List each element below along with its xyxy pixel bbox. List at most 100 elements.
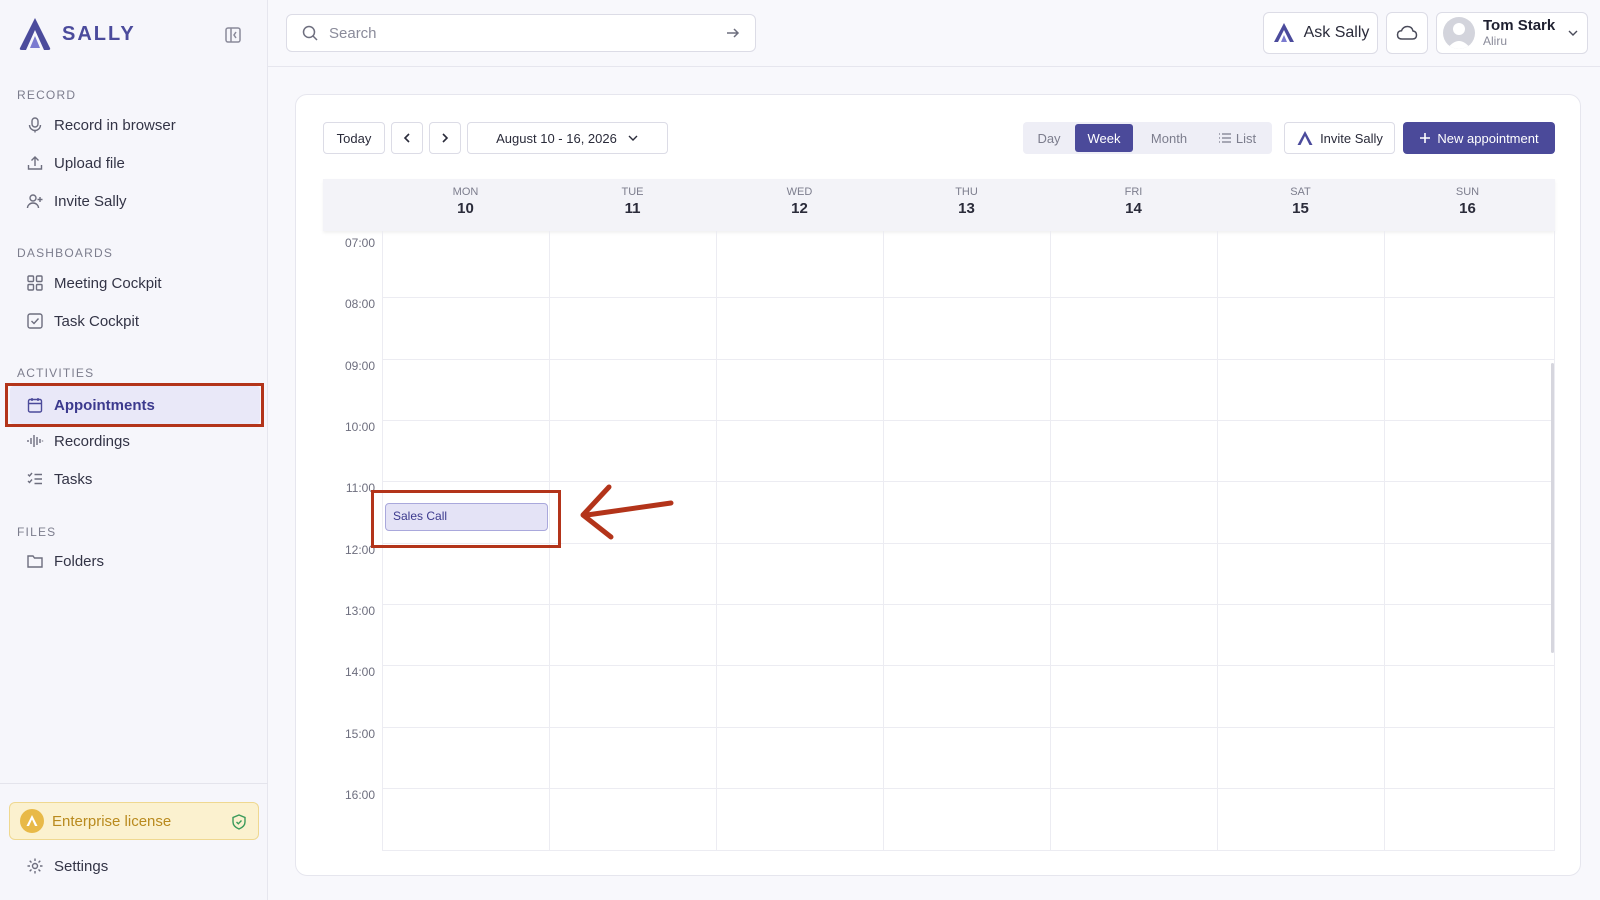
user-menu[interactable]: Tom Stark Aliru xyxy=(1436,12,1588,54)
invite-sally-button[interactable]: Invite Sally xyxy=(1284,122,1395,154)
section-title-files: FILES xyxy=(17,525,57,539)
today-button[interactable]: Today xyxy=(323,122,385,154)
date-range-picker[interactable]: August 10 - 16, 2026 xyxy=(467,122,668,154)
hour-label: 08:00 xyxy=(344,297,375,311)
enterprise-license-badge[interactable]: Enterprise license xyxy=(9,802,259,840)
grid-line xyxy=(382,665,1555,666)
grid-line xyxy=(382,850,1555,851)
invite-sally-label: Invite Sally xyxy=(1320,130,1383,146)
search-bar[interactable] xyxy=(286,14,756,52)
app-name: SALLY xyxy=(62,22,136,45)
view-month-tab[interactable]: Month xyxy=(1137,124,1201,152)
user-name: Tom Stark xyxy=(1483,17,1556,34)
appointment-event[interactable]: Sales Call xyxy=(385,503,548,531)
user-plus-icon xyxy=(26,194,43,209)
sidebar-item-tasks[interactable]: Tasks xyxy=(10,461,260,497)
sidebar-item-label: Settings xyxy=(54,857,109,875)
cloud-button[interactable] xyxy=(1386,12,1428,54)
date-range-label: August 10 - 16, 2026 xyxy=(496,130,617,146)
avatar xyxy=(1443,17,1475,49)
hour-label: 09:00 xyxy=(344,359,375,373)
sidebar-item-label: Upload file xyxy=(54,154,125,172)
day-number: 10 xyxy=(457,200,474,217)
sidebar-divider xyxy=(0,783,268,784)
next-week-button[interactable] xyxy=(429,122,461,154)
new-appointment-label: New appointment xyxy=(1437,130,1539,146)
sidebar-item-appointments[interactable]: Appointments xyxy=(10,386,260,424)
day-header-wed[interactable]: WED 12 xyxy=(716,179,883,231)
sidebar-item-record-in-browser[interactable]: Record in browser xyxy=(10,107,260,143)
sidebar-item-label: Task Cockpit xyxy=(54,312,140,330)
sidebar: SALLY RECORD Record in browser Upload fi… xyxy=(0,0,268,900)
collapse-sidebar-icon[interactable] xyxy=(224,26,242,44)
sidebar-item-label: Tasks xyxy=(54,470,93,488)
grid-icon xyxy=(27,275,43,291)
sidebar-item-label: Appointments xyxy=(54,396,155,414)
sidebar-item-upload-file[interactable]: Upload file xyxy=(10,145,260,181)
view-list-label: List xyxy=(1235,130,1257,146)
annotation-arrow-icon xyxy=(580,484,674,540)
hour-label: 12:00 xyxy=(344,543,375,557)
grid-line xyxy=(382,297,1555,298)
chevron-down-icon xyxy=(1568,30,1578,36)
sally-logo-icon xyxy=(1297,131,1313,145)
ask-sally-button[interactable]: Ask Sally xyxy=(1263,12,1378,54)
grid-line xyxy=(382,788,1555,789)
sidebar-item-task-cockpit[interactable]: Task Cockpit xyxy=(10,303,260,339)
search-input[interactable] xyxy=(329,24,715,42)
sidebar-item-label: Folders xyxy=(54,552,105,570)
hour-label: 10:00 xyxy=(344,420,375,434)
view-week-tab[interactable]: Week xyxy=(1075,124,1133,152)
day-number: 13 xyxy=(958,200,975,217)
user-org: Aliru xyxy=(1483,34,1508,48)
sidebar-item-settings[interactable]: Settings xyxy=(10,848,260,884)
grid-line xyxy=(1217,231,1218,851)
sidebar-item-meeting-cockpit[interactable]: Meeting Cockpit xyxy=(10,265,260,301)
checklist-icon xyxy=(27,472,42,485)
microphone-icon xyxy=(28,117,42,133)
day-name: SAT xyxy=(1290,186,1311,198)
logo[interactable]: SALLY xyxy=(16,16,136,52)
sidebar-item-label: Invite Sally xyxy=(54,192,127,210)
sidebar-item-recordings[interactable]: Recordings xyxy=(10,423,260,459)
calendar-scrollbar[interactable] xyxy=(1551,363,1554,653)
license-logo-icon xyxy=(20,809,44,833)
day-number: 11 xyxy=(624,200,641,217)
hour-label: 13:00 xyxy=(344,604,375,618)
sidebar-item-invite-sally[interactable]: Invite Sally xyxy=(10,183,260,219)
calendar-icon xyxy=(27,398,43,413)
view-day-tab[interactable]: Day xyxy=(1027,124,1071,152)
arrow-right-icon[interactable] xyxy=(725,25,741,41)
section-title-dashboards: DASHBOARDS xyxy=(17,246,114,260)
hour-label: 11:00 xyxy=(345,481,375,495)
day-number: 14 xyxy=(1125,200,1142,217)
chevron-right-icon xyxy=(442,133,449,143)
gear-icon xyxy=(27,858,43,874)
sidebar-item-folders[interactable]: Folders xyxy=(10,543,260,579)
day-header-sun[interactable]: SUN 16 xyxy=(1384,179,1551,231)
section-title-record: RECORD xyxy=(17,88,77,102)
sidebar-item-label: Recordings xyxy=(54,432,130,450)
sally-logo-icon xyxy=(19,18,51,50)
upload-icon xyxy=(27,156,43,170)
day-header-mon[interactable]: MON 10 xyxy=(382,179,549,231)
day-header-sat[interactable]: SAT 15 xyxy=(1217,179,1384,231)
grid-line xyxy=(382,604,1555,605)
grid-line xyxy=(382,420,1555,421)
view-list-tab[interactable]: List xyxy=(1207,124,1267,152)
hour-label: 07:00 xyxy=(344,236,375,250)
hour-label: 16:00 xyxy=(344,788,375,802)
day-number: 16 xyxy=(1459,200,1476,217)
day-number: 12 xyxy=(791,200,808,217)
day-header-fri[interactable]: FRI 14 xyxy=(1050,179,1217,231)
calendar-header: MON 10 TUE 11 WED 12 THU 13 FRI 14 SAT 1… xyxy=(323,179,1555,231)
folder-icon xyxy=(27,555,43,568)
prev-week-button[interactable] xyxy=(391,122,423,154)
shield-check-icon xyxy=(232,814,246,830)
day-header-thu[interactable]: THU 13 xyxy=(883,179,1050,231)
new-appointment-button[interactable]: New appointment xyxy=(1403,122,1555,154)
hour-label: 15:00 xyxy=(344,727,375,741)
search-icon xyxy=(302,25,318,41)
day-name: TUE xyxy=(621,186,644,198)
day-header-tue[interactable]: TUE 11 xyxy=(549,179,716,231)
